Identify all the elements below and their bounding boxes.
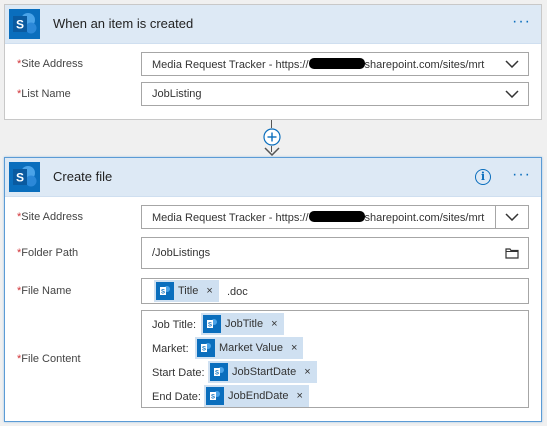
folder-path-label: *Folder Path [17,247,79,259]
svg-text:S: S [202,347,206,353]
svg-text:S: S [208,323,212,329]
chevron-down-icon[interactable] [496,53,528,75]
site-address-value: Media Request Tracker - https://sharepoi… [152,58,485,71]
folder-icon[interactable] [496,238,528,268]
content-line-prefix: Job Title: [152,319,197,331]
list-name-value: JobListing [152,88,202,100]
add-step-button[interactable] [263,128,281,149]
trigger-list-name-row: *List Name JobListing [5,82,541,106]
list-name-label: *List Name [17,88,71,100]
chevron-down-icon[interactable] [495,206,528,228]
action-card-header[interactable]: S Create file i ··· [5,158,541,197]
sharepoint-token-icon: S [206,387,224,405]
content-line-prefix: End Date: [152,391,201,403]
list-name-dropdown[interactable]: JobListing [141,82,529,106]
content-line-prefix: Market: [152,343,189,355]
info-icon[interactable]: i [475,169,491,185]
remove-token-icon[interactable]: × [271,318,277,330]
more-options-icon[interactable]: ··· [512,12,531,32]
svg-text:S: S [16,171,24,185]
arrow-down-icon [264,147,280,156]
site-address-row: *Site Address Media Request Tracker - ht… [5,205,541,229]
svg-text:S: S [16,18,24,32]
svg-text:S: S [215,371,219,377]
file-name-input[interactable]: S Title × .doc [141,278,529,304]
file-content-label: *File Content [17,353,81,365]
jobstartdate-token[interactable]: S JobStartDate × [208,361,317,383]
more-options-icon[interactable]: ··· [512,165,531,185]
sharepoint-logo-icon: S [9,162,40,192]
folder-path-input[interactable]: /JobListings [141,237,529,269]
title-token[interactable]: S Title × [154,280,219,302]
site-address-value: Media Request Tracker - https://sharepoi… [152,211,485,224]
folder-path-value: /JobListings [152,247,211,259]
svg-text:S: S [161,290,165,296]
connector-line [271,120,272,128]
file-name-label: *File Name [17,285,72,297]
trigger-card: S When an item is created ··· *Site Addr… [4,4,542,120]
trigger-title: When an item is created [53,16,194,31]
remove-token-icon[interactable]: × [304,366,310,378]
sharepoint-token-icon: S [203,315,221,333]
token-label: Title [178,285,199,297]
jobenddate-token[interactable]: S JobEndDate × [204,385,309,407]
token-label: Market Value [219,342,283,354]
site-address-label: *Site Address [17,58,84,70]
sharepoint-token-icon: S [210,363,228,381]
redacted-block [308,58,365,69]
svg-text:S: S [211,395,215,401]
trigger-site-address-row: *Site Address Media Request Tracker - ht… [5,52,541,76]
chevron-down-icon[interactable] [496,83,528,105]
token-label: JobTitle [225,318,264,330]
file-name-row: *File Name S Title × .doc [5,278,541,304]
remove-token-icon[interactable]: × [291,342,297,354]
redacted-block [308,211,365,222]
site-address-label: *Site Address [17,211,84,223]
token-label: JobEndDate [228,390,289,402]
action-title: Create file [53,169,113,184]
sharepoint-token-icon: S [197,339,215,357]
sharepoint-token-icon: S [156,282,174,300]
file-content-input[interactable]: Job Title: S JobTitle × Market: S Market… [141,310,529,408]
jobtitle-token[interactable]: S JobTitle × [201,313,284,335]
sharepoint-logo-icon: S [9,9,40,39]
token-label: JobStartDate [232,366,297,378]
remove-token-icon[interactable]: × [297,390,303,402]
site-address-dropdown[interactable]: Media Request Tracker - https://sharepoi… [141,205,529,229]
market-value-token[interactable]: S Market Value × [195,337,304,359]
folder-path-row: *Folder Path /JobListings [5,237,541,269]
trigger-card-header[interactable]: S When an item is created ··· [5,5,541,44]
file-content-row: *File Content Job Title: S JobTitle × Ma… [5,310,541,408]
action-card: S Create file i ··· *Site Address Media … [4,157,542,422]
remove-token-icon[interactable]: × [206,285,212,297]
site-address-dropdown[interactable]: Media Request Tracker - https://sharepoi… [141,52,529,76]
file-name-suffix: .doc [227,286,248,298]
content-line-prefix: Start Date: [152,367,205,379]
